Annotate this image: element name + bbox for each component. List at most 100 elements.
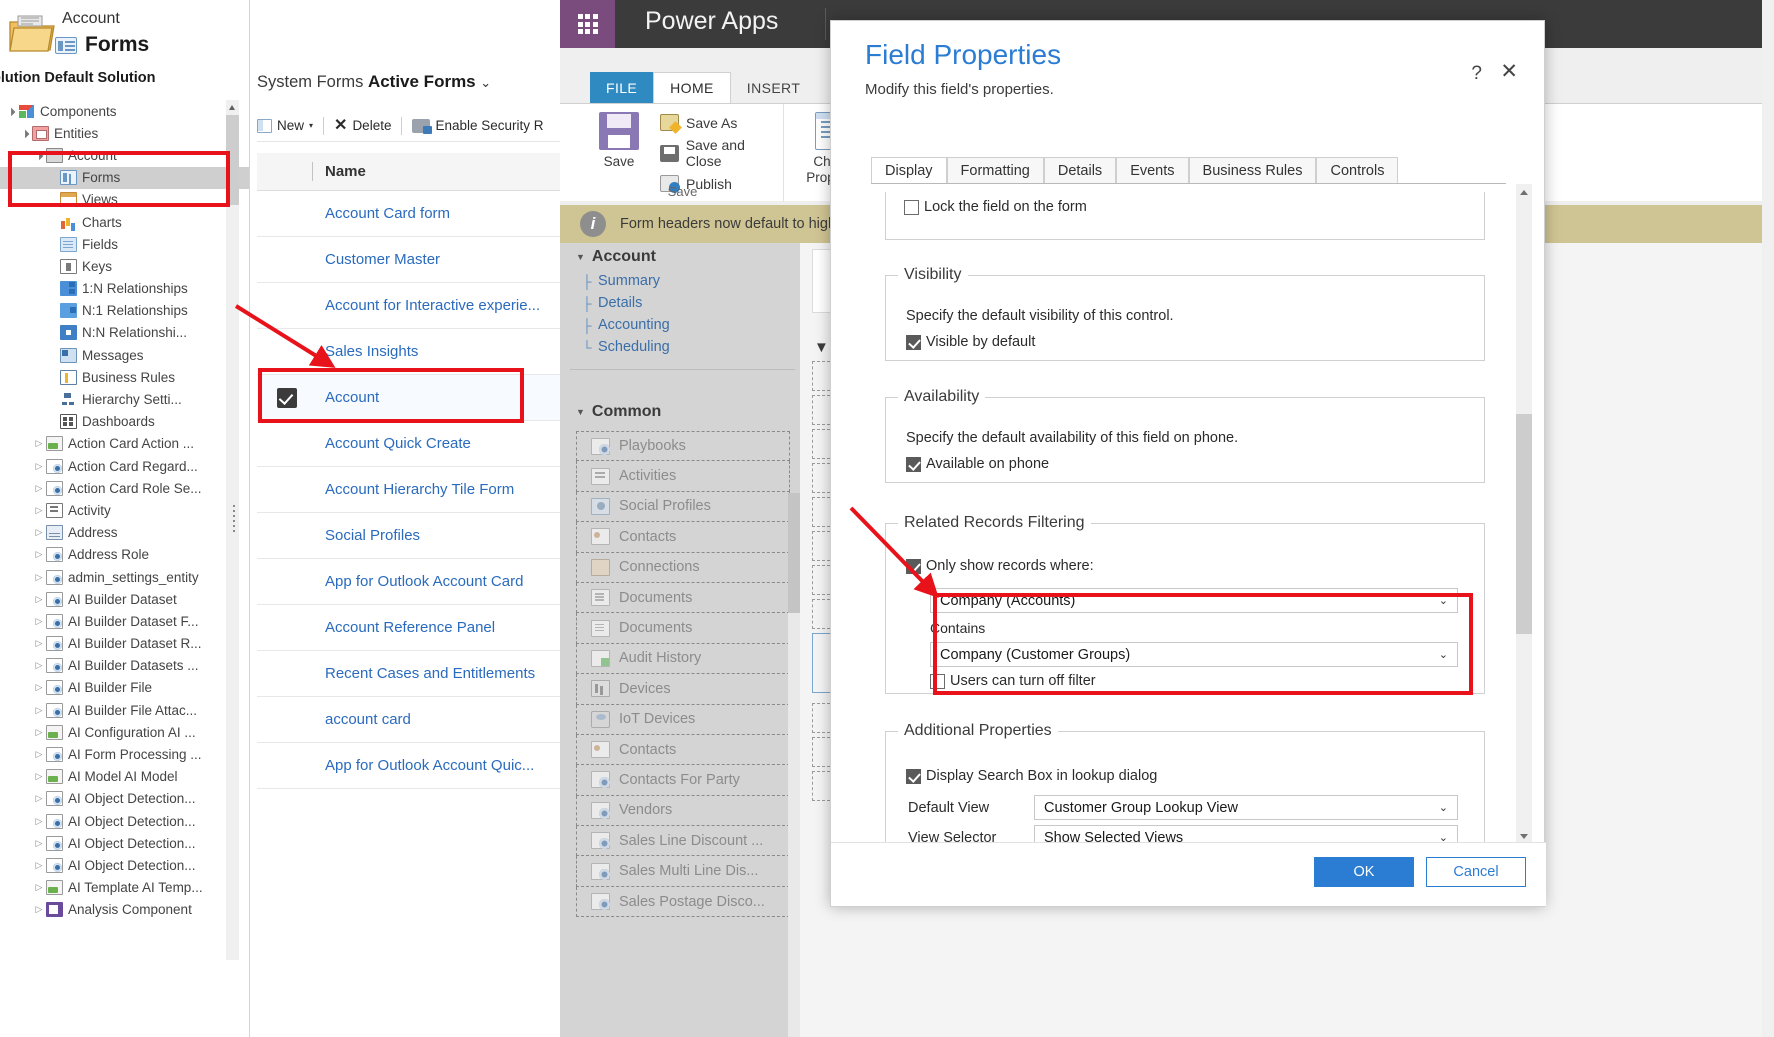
form-name-link[interactable]: Account Hierarchy Tile Form bbox=[325, 481, 514, 498]
table-row[interactable]: Account Reference Panel bbox=[257, 605, 560, 651]
table-row[interactable]: App for Outlook Account Card bbox=[257, 559, 560, 605]
users-turn-off-filter-row[interactable]: Users can turn off filter bbox=[930, 673, 1096, 689]
table-row[interactable]: account card bbox=[257, 697, 560, 743]
common-item[interactable]: Audit History bbox=[576, 643, 790, 675]
chevron-right-icon[interactable] bbox=[32, 706, 46, 715]
form-name-link[interactable]: App for Outlook Account Quic... bbox=[325, 757, 534, 774]
save-button[interactable]: Save bbox=[588, 112, 650, 169]
tree-item-ai-object-detection[interactable]: AI Object Detection... bbox=[0, 832, 249, 854]
common-item[interactable]: Contacts For Party bbox=[576, 765, 790, 796]
tree-item-account[interactable]: Account bbox=[0, 144, 249, 166]
form-name-link[interactable]: Sales Insights bbox=[325, 343, 418, 360]
display-search-box-checkbox[interactable] bbox=[906, 768, 921, 784]
visible-by-default-row[interactable]: Visible by default bbox=[906, 334, 1035, 350]
delete-button[interactable]: ✕ Delete bbox=[334, 117, 391, 134]
chevron-right-icon[interactable] bbox=[32, 728, 46, 737]
form-tabs-tree[interactable]: ▼ Account ├ Summary ├ Details ├ Accounting └ Sc… bbox=[576, 248, 796, 358]
form-name-link[interactable]: Recent Cases and Entitlements bbox=[325, 665, 535, 682]
scrollbar-thumb[interactable] bbox=[226, 115, 239, 205]
scroll-up-icon[interactable] bbox=[226, 100, 239, 113]
display-search-box-row[interactable]: Display Search Box in lookup dialog bbox=[906, 768, 1157, 784]
tree-item-1-n-relationships[interactable]: 1:N Relationships bbox=[0, 278, 249, 300]
table-row[interactable]: Customer Master bbox=[257, 237, 560, 283]
chevron-down-icon[interactable]: ⌄ bbox=[480, 75, 491, 90]
chevron-right-icon[interactable] bbox=[32, 772, 46, 781]
common-item[interactable]: Vendors bbox=[576, 795, 790, 827]
chevron-right-icon[interactable] bbox=[32, 462, 46, 471]
visible-by-default-checkbox[interactable] bbox=[906, 334, 921, 350]
ribbon-tab-insert[interactable]: INSERT bbox=[731, 72, 817, 103]
chevron-right-icon[interactable] bbox=[32, 661, 46, 670]
close-icon[interactable]: ✕ bbox=[1500, 61, 1518, 82]
tree-item-entities[interactable]: Entities bbox=[0, 122, 249, 144]
scrollbar-thumb[interactable] bbox=[1516, 414, 1532, 634]
form-tab-summary[interactable]: ├ Summary bbox=[576, 270, 796, 292]
form-tab-scheduling[interactable]: └ Scheduling bbox=[576, 336, 796, 358]
tree-item-keys[interactable]: Keys bbox=[0, 255, 249, 277]
tree-item-analysis-component[interactable]: Analysis Component bbox=[0, 899, 249, 921]
tree-item-n-n-relationshi[interactable]: N:N Relationshi... bbox=[0, 322, 249, 344]
tree-item-fields[interactable]: Fields bbox=[0, 233, 249, 255]
tree-item-action-card-role-se[interactable]: Action Card Role Se... bbox=[0, 477, 249, 499]
chevron-down-icon[interactable]: ▼ bbox=[576, 407, 585, 417]
form-tab-details[interactable]: ├ Details bbox=[576, 292, 796, 314]
tree-item-ai-builder-dataset-f[interactable]: AI Builder Dataset F... bbox=[0, 610, 249, 632]
tree-item-dashboards[interactable]: Dashboards bbox=[0, 411, 249, 433]
column-header-name[interactable]: Name bbox=[325, 163, 366, 180]
chevron-right-icon[interactable] bbox=[32, 439, 46, 448]
only-show-records-checkbox[interactable] bbox=[906, 558, 921, 574]
chevron-right-icon[interactable] bbox=[32, 573, 46, 582]
common-item[interactable]: Documents bbox=[576, 582, 790, 614]
scrollbar-thumb[interactable] bbox=[788, 493, 800, 613]
tab-details[interactable]: Details bbox=[1043, 157, 1117, 184]
table-row[interactable]: App for Outlook Account Quic... bbox=[257, 743, 560, 789]
only-show-records-row[interactable]: Only show records where: bbox=[906, 558, 1094, 574]
chevron-right-icon[interactable] bbox=[32, 528, 46, 537]
chevron-right-icon[interactable] bbox=[32, 595, 46, 604]
default-view-select[interactable]: Customer Group Lookup View ⌄ bbox=[1034, 795, 1458, 820]
cancel-button[interactable]: Cancel bbox=[1426, 857, 1526, 887]
chevron-right-icon[interactable] bbox=[32, 839, 46, 848]
ribbon-tab-file[interactable]: FILE bbox=[590, 72, 654, 103]
common-items-list[interactable]: Playbooks Activities Social Profiles Contac… bbox=[576, 431, 790, 918]
form-name-link[interactable]: Account bbox=[325, 389, 379, 406]
ribbon-tab-home[interactable]: HOME bbox=[653, 72, 731, 103]
table-row[interactable]: Sales Insights bbox=[257, 329, 560, 375]
form-name-link[interactable]: Social Profiles bbox=[325, 527, 420, 544]
common-item[interactable]: Sales Postage Disco... bbox=[576, 886, 790, 918]
tree-item-action-card-regard[interactable]: Action Card Regard... bbox=[0, 455, 249, 477]
tab-controls[interactable]: Controls bbox=[1316, 157, 1399, 184]
common-item[interactable]: Sales Line Discount ... bbox=[576, 826, 790, 857]
common-item[interactable]: Activities bbox=[576, 461, 790, 492]
form-name-link[interactable]: Account Card form bbox=[325, 205, 450, 222]
table-row[interactable]: Recent Cases and Entitlements bbox=[257, 651, 560, 697]
tree-item-ai-form-processing[interactable]: AI Form Processing ... bbox=[0, 743, 249, 765]
common-item[interactable]: Connections bbox=[576, 552, 790, 583]
form-name-link[interactable]: Customer Master bbox=[325, 251, 440, 268]
tree-item-n-1-relationships[interactable]: N:1 Relationships bbox=[0, 300, 249, 322]
chevron-right-icon[interactable] bbox=[32, 794, 46, 803]
tree-item-ai-builder-dataset-r[interactable]: AI Builder Dataset R... bbox=[0, 633, 249, 655]
common-item[interactable]: Sales Multi Line Dis... bbox=[576, 856, 790, 887]
form-name-link[interactable]: Account for Interactive experie... bbox=[325, 297, 540, 314]
chevron-down-icon[interactable] bbox=[32, 151, 46, 160]
chevron-right-icon[interactable] bbox=[32, 639, 46, 648]
form-name-link[interactable]: account card bbox=[325, 711, 411, 728]
solution-tree[interactable]: Components Entities Account Forms Views Chart… bbox=[0, 100, 249, 1037]
chevron-down-icon[interactable] bbox=[4, 107, 18, 116]
table-row[interactable]: Account Card form bbox=[257, 191, 560, 237]
tree-item-charts[interactable]: Charts bbox=[0, 211, 249, 233]
tree-item-ai-template-ai-temp[interactable]: AI Template AI Temp... bbox=[0, 877, 249, 899]
tree-item-activity[interactable]: Activity bbox=[0, 499, 249, 521]
tree-item-ai-builder-dataset[interactable]: AI Builder Dataset bbox=[0, 588, 249, 610]
tree-item-ai-object-detection[interactable]: AI Object Detection... bbox=[0, 788, 249, 810]
chevron-right-icon[interactable] bbox=[32, 861, 46, 870]
save-as-button[interactable]: Save As bbox=[660, 114, 783, 131]
common-item[interactable]: Contacts bbox=[576, 734, 790, 766]
form-name-link[interactable]: App for Outlook Account Card bbox=[325, 573, 523, 590]
tree-item-ai-object-detection[interactable]: AI Object Detection... bbox=[0, 854, 249, 876]
tree-item-address[interactable]: Address bbox=[0, 522, 249, 544]
chevron-right-icon[interactable] bbox=[32, 617, 46, 626]
lock-field-checkbox-row[interactable]: Lock the field on the form bbox=[904, 199, 1087, 215]
table-row[interactable]: Account Hierarchy Tile Form bbox=[257, 467, 560, 513]
